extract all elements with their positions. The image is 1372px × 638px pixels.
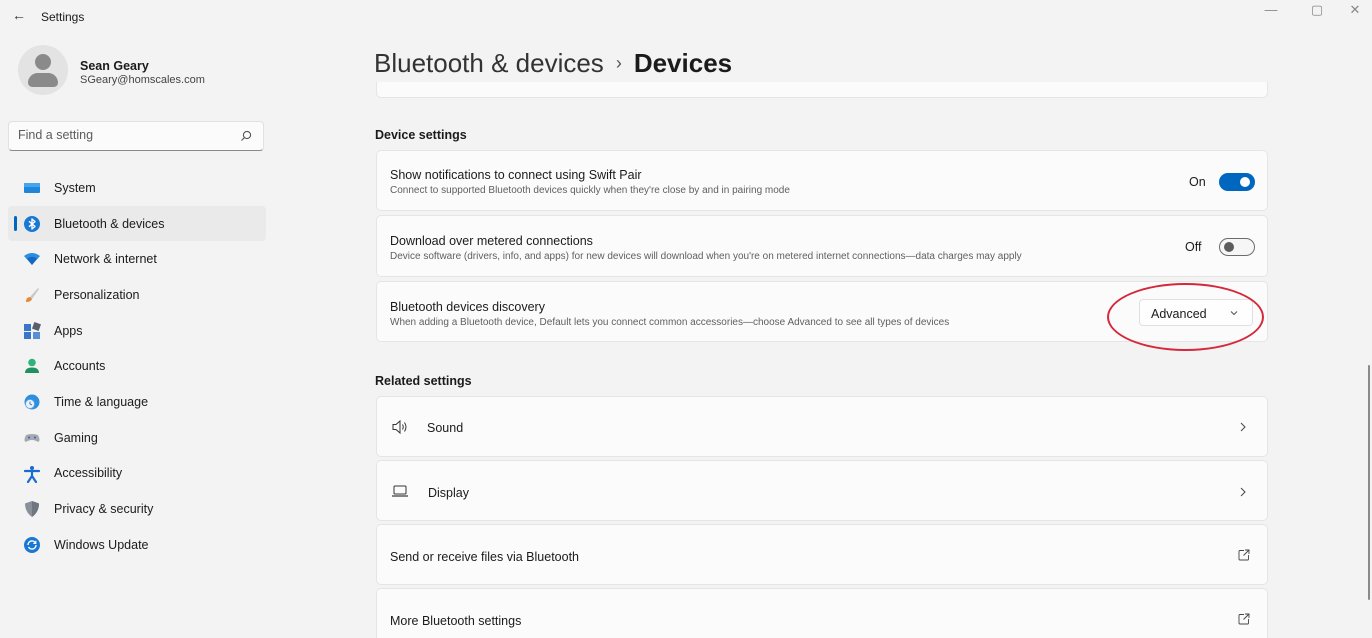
sidebar-item-personalization[interactable]: Personalization — [8, 277, 266, 313]
sidebar-item-label: Accounts — [54, 359, 106, 374]
metered-connections-card: Download over metered connections Device… — [376, 215, 1268, 277]
sidebar-item-bluetooth[interactable]: Bluetooth & devices — [8, 205, 266, 242]
maximize-button[interactable]: ▢ — [1302, 2, 1332, 18]
related-item-label: Sound — [427, 421, 464, 435]
sidebar-item-time-language[interactable]: Time & language — [8, 384, 266, 420]
metered-toggle[interactable] — [1219, 238, 1255, 256]
sidebar-item-label: Accessibility — [54, 466, 123, 481]
sidebar-item-windows-update[interactable]: Windows Update — [8, 527, 266, 563]
metered-title: Download over metered connections — [390, 234, 593, 248]
sidebar-item-label: Apps — [54, 323, 83, 338]
related-item-send-receive-files[interactable]: Send or receive files via Bluetooth — [376, 524, 1268, 585]
breadcrumb: Bluetooth & devices › Devices — [374, 48, 732, 79]
device-settings-heading: Device settings — [375, 128, 467, 142]
scrolled-card-edge — [376, 82, 1268, 98]
chevron-right-icon — [1240, 422, 1246, 432]
shield-icon — [25, 501, 39, 518]
page-title: Devices — [633, 48, 733, 78]
breadcrumb-parent[interactable]: Bluetooth & devices — [374, 48, 604, 78]
scrollbar-thumb[interactable] — [1368, 365, 1370, 600]
sidebar-item-label: Privacy & security — [54, 502, 154, 517]
close-button[interactable]: ✕ — [1340, 2, 1370, 18]
sidebar-item-privacy[interactable]: Privacy & security — [8, 491, 266, 527]
sidebar-item-apps[interactable]: Apps — [8, 313, 266, 349]
related-item-label: Send or receive files via Bluetooth — [390, 550, 579, 564]
globe-clock-icon — [24, 394, 40, 410]
app-title: Settings — [41, 10, 85, 24]
chevron-right-icon — [1240, 487, 1246, 497]
swift-pair-state-label: On — [1189, 175, 1206, 189]
discovery-description: When adding a Bluetooth device, Default … — [390, 317, 950, 328]
bluetooth-icon — [24, 215, 40, 232]
breadcrumb-separator: › — [615, 53, 622, 73]
laptop-icon — [392, 485, 408, 497]
swift-pair-card: Show notifications to connect using Swif… — [376, 150, 1268, 211]
accounts-icon — [25, 359, 39, 374]
related-item-label: Display — [428, 486, 469, 500]
sidebar-item-accessibility[interactable]: Accessibility — [8, 456, 266, 492]
accessibility-icon — [23, 465, 41, 483]
open-external-icon — [1238, 549, 1250, 561]
swift-pair-title: Show notifications to connect using Swif… — [390, 168, 642, 182]
back-button[interactable]: ← — [12, 7, 26, 23]
user-profile[interactable]: Sean Geary SGeary@homscales.com — [18, 45, 268, 101]
sidebar-item-label: Time & language — [54, 394, 149, 409]
search-input[interactable] — [18, 128, 228, 142]
related-item-more-bluetooth[interactable]: More Bluetooth settings — [376, 588, 1268, 638]
metered-state-label: Off — [1185, 240, 1202, 254]
sidebar-nav: System Bluetooth & devices Network & int… — [8, 170, 266, 563]
search-icon[interactable] — [239, 129, 253, 143]
open-external-icon — [1238, 613, 1250, 625]
related-item-display[interactable]: Display — [376, 460, 1268, 521]
swift-pair-toggle[interactable] — [1219, 173, 1255, 191]
minimize-button[interactable]: — — [1256, 2, 1286, 17]
apps-icon — [24, 321, 41, 339]
related-settings-heading: Related settings — [375, 374, 472, 388]
avatar[interactable] — [18, 45, 68, 95]
sidebar-item-label: System — [54, 180, 96, 195]
sidebar-item-label: Gaming — [54, 430, 98, 445]
related-item-label: More Bluetooth settings — [390, 614, 522, 628]
sidebar-item-gaming[interactable]: Gaming — [8, 420, 266, 456]
profile-email: SGeary@homscales.com — [80, 74, 205, 86]
related-item-sound[interactable]: Sound — [376, 396, 1268, 457]
speaker-icon — [392, 419, 407, 435]
update-icon — [24, 536, 40, 553]
sidebar-item-network[interactable]: Network & internet — [8, 241, 266, 277]
sidebar-item-label: Bluetooth & devices — [54, 216, 165, 231]
search-box[interactable] — [8, 121, 264, 151]
sidebar-item-label: Personalization — [54, 287, 140, 302]
annotation-circle — [1107, 283, 1264, 351]
gamepad-icon — [24, 433, 40, 442]
sidebar-item-label: Windows Update — [54, 537, 149, 552]
sidebar-item-accounts[interactable]: Accounts — [8, 348, 266, 384]
brush-icon — [26, 288, 39, 303]
title-bar: ← Settings — ▢ ✕ — [0, 0, 1372, 34]
metered-description: Device software (drivers, info, and apps… — [390, 251, 1022, 262]
swift-pair-description: Connect to supported Bluetooth devices q… — [390, 185, 790, 196]
network-icon — [24, 253, 40, 266]
system-icon — [24, 183, 40, 193]
sidebar-item-system[interactable]: System — [8, 170, 266, 206]
profile-name: Sean Geary — [80, 59, 149, 73]
discovery-title: Bluetooth devices discovery — [390, 300, 545, 314]
sidebar-item-label: Network & internet — [54, 252, 157, 267]
